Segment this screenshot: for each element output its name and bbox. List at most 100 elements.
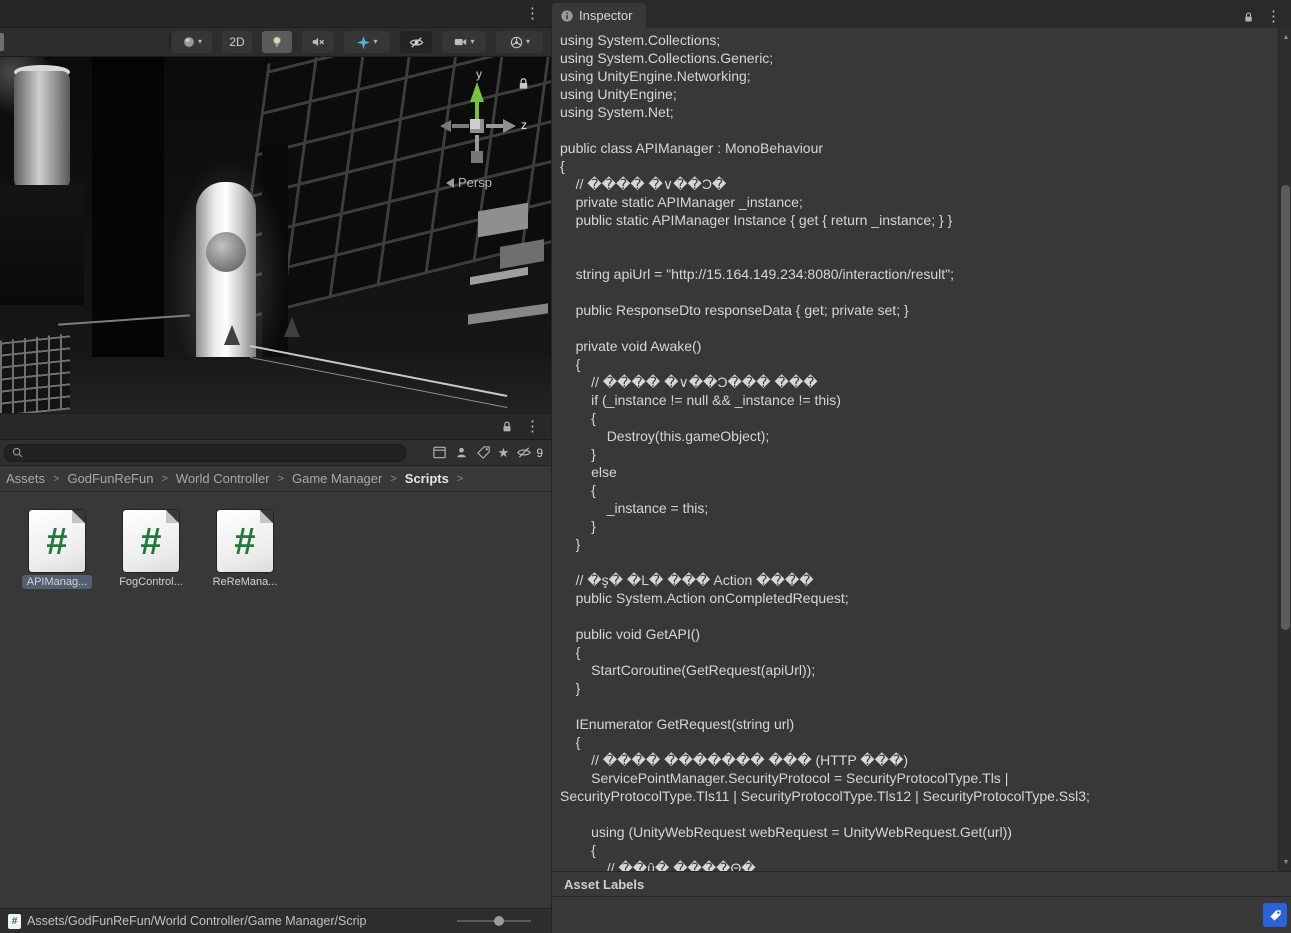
chevron-right-icon: > [161,472,168,485]
open-panel-icon[interactable] [432,445,447,460]
lock-icon[interactable] [500,419,514,434]
scrollbar-thumb[interactable] [1281,185,1290,630]
project-asset-item[interactable]: # APIManag... [21,510,93,589]
scene-traffic-cone [284,317,300,337]
kebab-menu-icon[interactable]: ⋮ [1263,9,1284,24]
gizmo-z-axis-stem [486,124,503,128]
asset-labels-header: Asset Labels [552,871,1291,897]
project-asset-item[interactable]: # FogControl... [116,510,186,589]
search-icon [12,447,23,458]
gizmo-z-axis-label: z [521,118,527,132]
code-line: SecurityProtocolType.Tls11 | SecurityPro… [560,788,1090,804]
asset-labels-title: Asset Labels [564,876,645,892]
breadcrumb-item[interactable]: Game Manager [292,471,382,486]
lock-icon[interactable] [1242,10,1255,24]
favorites-star-icon[interactable]: ★ [498,446,510,459]
shading-mode-dropdown[interactable]: ▾ [172,31,212,53]
scene-capsule [196,182,256,377]
page-fold [72,510,85,523]
csharp-script-icon: # [123,510,179,572]
gizmo-y-axis-cone[interactable] [470,82,484,102]
project-file-grid[interactable]: # APIManag... # FogControl... # ReReMana… [0,492,551,908]
chevron-down-icon: ▾ [373,37,378,46]
breadcrumb-item[interactable]: World Controller [176,471,270,486]
hidden-count-eye-icon[interactable] [516,445,532,460]
code-line: ServicePointManager.SecurityProtocol = S… [560,770,1009,786]
chevron-right-icon: > [53,472,60,485]
project-asset-item[interactable]: # ReReMana... [210,510,280,589]
script-preview: using System.Collections; using System.C… [552,28,1291,871]
code-line: { [560,410,596,426]
code-line: // �ş� �L� ��� Action ���� [560,572,814,588]
breadcrumb-item[interactable]: Assets [6,471,45,486]
toggle-2d-button[interactable]: 2D [222,31,252,53]
scene-lighting-button[interactable] [262,31,292,53]
orientation-gizmo[interactable]: y z Persp [440,67,548,209]
scene-audio-button[interactable] [302,31,334,53]
breadcrumb-item[interactable]: Scripts [405,471,449,486]
project-search-bar: ★ 9 [0,440,551,466]
code-line: // ��û� ����Θ�. [560,860,760,871]
gizmo-perspective-toggle[interactable]: Persp [446,175,492,190]
inspector-panel: Inspector ⋮ using System.Collections; us… [551,0,1291,933]
code-line: public class APIManager : MonoBehaviour [560,140,824,156]
gizmo-x-axis-cone[interactable] [440,120,451,132]
code-line: string apiUrl = "http://15.164.149.234:8… [560,266,955,282]
lightbulb-icon [273,36,281,47]
gizmo-x-axis-stem [452,124,469,128]
kebab-menu-icon[interactable]: ⋮ [522,6,543,21]
gizmo-z-axis-cone[interactable] [503,119,516,133]
inspector-scrollbar[interactable]: ▲ ▼ [1278,28,1291,871]
code-line: if (_instance != null && _instance != th… [560,392,841,408]
code-line: using System.Net; [560,104,674,120]
code-line: { [560,734,581,750]
page-fold [166,510,179,523]
kebab-menu-icon[interactable]: ⋮ [522,419,543,434]
code-lines: using System.Collections; using System.C… [552,28,1291,871]
scroll-down-arrow[interactable]: ▼ [1279,855,1291,869]
scene-effects-dropdown[interactable]: ▾ [344,31,390,53]
perspective-label: Persp [458,175,492,190]
toggle-2d-label: 2D [229,35,245,49]
filter-by-type-icon[interactable] [454,445,469,460]
hidden-objects-button[interactable] [400,31,432,53]
slider-handle[interactable] [494,916,504,926]
tab-inspector[interactable]: Inspector [552,3,647,28]
scene-fence-grid [0,333,70,413]
project-search-input[interactable] [28,445,399,460]
code-line: // ���� �∨��Ɔ� [560,176,727,192]
shaded-sphere-icon [184,37,194,47]
asset-label-tag-button[interactable] [1263,903,1287,927]
filter-by-label-icon[interactable] [476,445,491,460]
code-line: using System.Collections; [560,32,721,48]
gizmo-center-cube[interactable] [470,119,484,133]
icon-size-slider[interactable] [457,916,531,926]
audio-muted-icon [312,37,324,47]
code-line: } [560,518,596,534]
code-line: { [560,356,581,372]
code-line: { [560,158,565,174]
code-line: public ResponseDto responseData { get; p… [560,302,909,318]
gizmo-y-axis-stem [475,102,479,119]
scene-camera-dropdown[interactable]: ▾ [442,31,486,53]
scroll-up-arrow[interactable]: ▲ [1279,30,1291,44]
code-line: _instance = this; [560,500,709,516]
csharp-hash-glyph: # [140,521,162,563]
gizmos-dropdown[interactable]: ▾ [496,31,543,53]
scene-lock-gizmo [516,75,531,97]
gizmo-down-axis-cone[interactable] [471,151,483,163]
breadcrumb-item[interactable]: GodFunReFun [67,471,153,486]
gizmo-wheel-icon [510,36,523,48]
scene-viewport[interactable]: y z Persp [0,57,551,413]
code-line: using UnityEngine.Networking; [560,68,751,84]
search-box[interactable] [4,443,406,462]
code-line: private void Awake() [560,338,702,354]
code-line: IEnumerator GetRequest(string url) [560,716,795,732]
code-line: { [560,842,596,858]
csharp-hash-glyph: # [234,521,256,563]
code-line: public static APIManager Instance { get … [560,212,953,228]
code-line: private static APIManager _instance; [560,194,803,210]
selected-asset-path: Assets/GodFunReFun/World Controller/Game… [27,914,367,928]
